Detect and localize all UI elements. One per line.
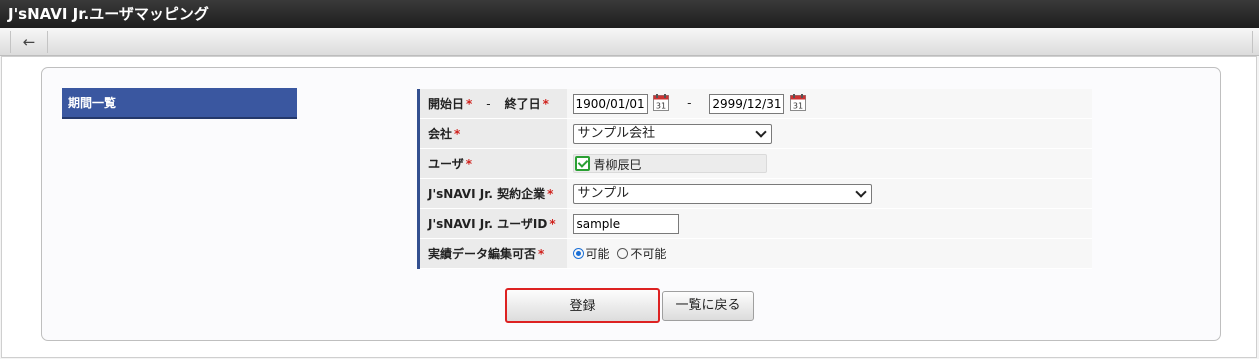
contract-company-label: J'sNAVI Jr. 契約企業 — [428, 187, 546, 201]
company-label: 会社 — [428, 127, 453, 141]
user-id-label: J'sNAVI Jr. ユーザID — [428, 217, 548, 231]
contract-company-value: サンプル — [577, 185, 630, 201]
edit-permission-label: 実績データ編集可否 — [428, 247, 537, 261]
end-date-label: 終了日 — [504, 97, 541, 111]
user-picker[interactable]: 青柳辰巳 — [572, 154, 767, 173]
company-select[interactable]: サンプル会社 — [572, 123, 772, 144]
toolbar: ← — [0, 28, 1259, 56]
required-mark: * — [547, 187, 554, 201]
required-mark: * — [466, 97, 473, 111]
company-select-value: サンプル会社 — [577, 125, 656, 141]
arrow-left-icon: ← — [22, 33, 36, 51]
calendar-icon[interactable]: 31 — [653, 93, 670, 114]
toolbar-divider — [1252, 31, 1253, 53]
form-row-contract-company: J'sNAVI Jr. 契約企業 * サンプル — [417, 178, 1092, 209]
date-separator: - — [687, 96, 692, 110]
radio-possible-label: 可能 — [585, 247, 610, 261]
chevron-down-icon — [754, 125, 767, 138]
back-button[interactable]: ← — [10, 31, 48, 53]
contract-company-select[interactable]: サンプル — [572, 183, 872, 204]
form-row-edit-permission: 実績データ編集可否 * 可能 不可能 — [417, 238, 1092, 269]
check-icon — [574, 156, 590, 171]
start-date-label: 開始日 — [428, 97, 465, 111]
form-row-user: ユーザ * 青柳辰巳 — [417, 148, 1092, 179]
required-mark: * — [538, 247, 545, 261]
start-date-input[interactable] — [572, 93, 648, 114]
required-mark: * — [542, 97, 549, 111]
calendar-icon[interactable]: 31 — [790, 93, 807, 114]
back-to-list-button[interactable]: 一覧に戻る — [662, 291, 754, 321]
calendar-day: 31 — [793, 101, 803, 110]
mapping-form: 開始日*-終了日* 31 - — [417, 89, 1092, 269]
form-row-user-id: J'sNAVI Jr. ユーザID * — [417, 208, 1092, 239]
radio-not-possible-label: 不可能 — [630, 247, 667, 261]
radio-not-possible[interactable] — [617, 248, 629, 259]
user-id-input[interactable] — [572, 213, 679, 234]
window-title: J'sNAVI Jr.ユーザマッピング — [0, 0, 1259, 28]
required-mark: * — [465, 157, 473, 171]
label-separator: - — [486, 97, 491, 111]
tab-period-list[interactable]: 期間一覧 — [62, 88, 297, 119]
chevron-down-icon — [854, 185, 867, 198]
end-date-input[interactable] — [709, 93, 785, 114]
form-row-period: 開始日*-終了日* 31 - — [417, 89, 1092, 119]
user-label: ユーザ — [428, 157, 464, 171]
user-name: 青柳辰巳 — [593, 158, 642, 172]
form-row-company: 会社 * サンプル会社 — [417, 118, 1092, 149]
radio-possible[interactable] — [572, 248, 584, 259]
calendar-day: 31 — [656, 101, 666, 110]
required-mark: * — [454, 127, 461, 141]
required-mark: * — [549, 217, 556, 231]
register-button[interactable]: 登録 — [505, 288, 660, 323]
